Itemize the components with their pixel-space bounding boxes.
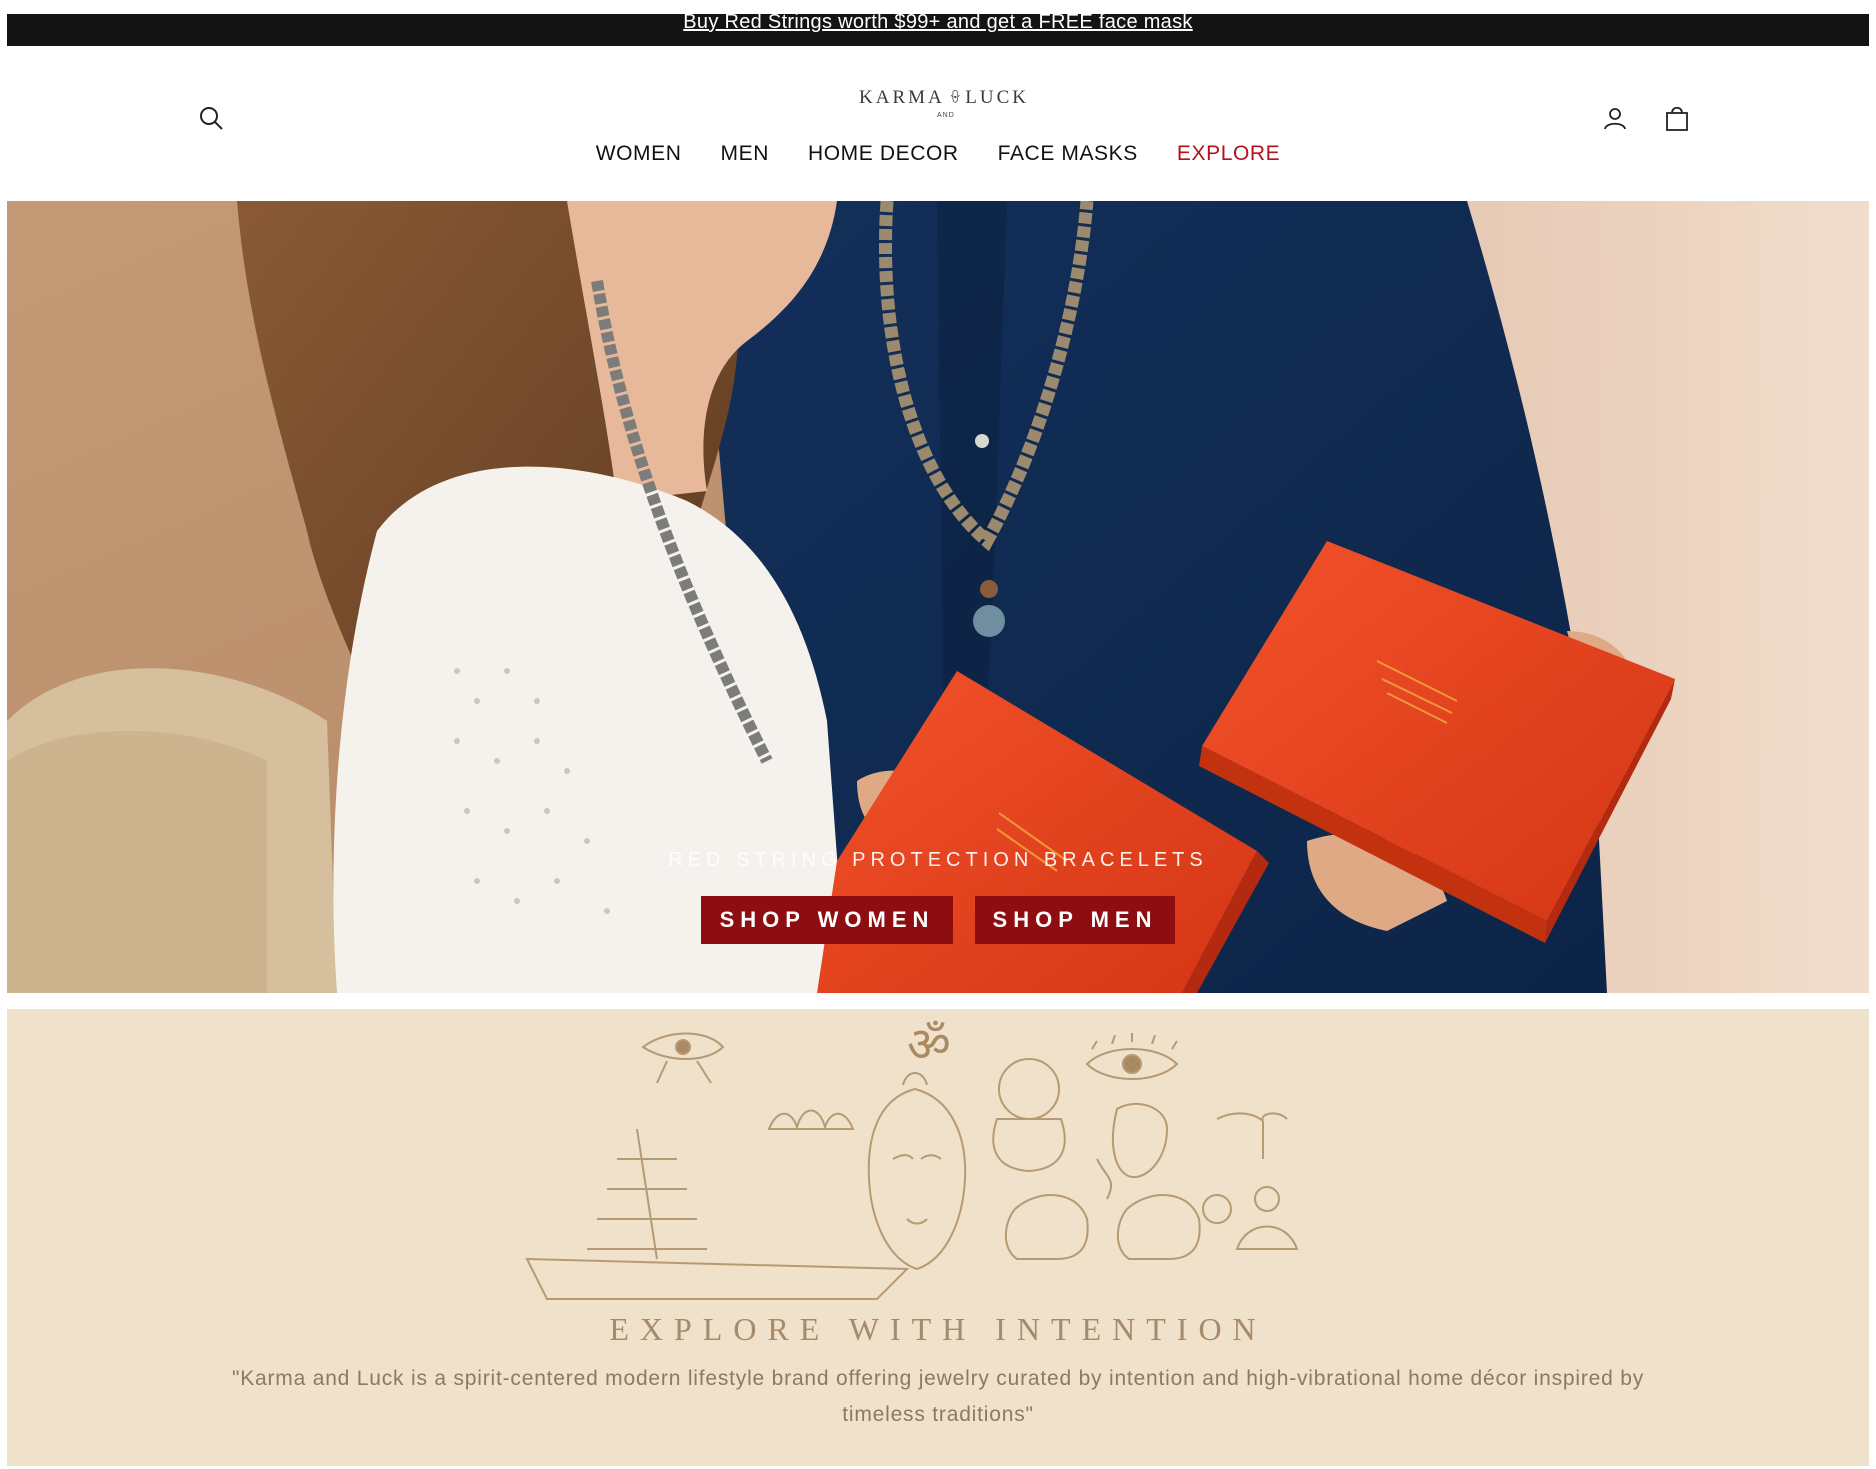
logo-word-karma: KARMA	[859, 87, 945, 108]
nav-item-women[interactable]: WOMEN	[596, 142, 682, 166]
explore-section: ॐ EXPLORE WITH INTENTION "Karma and Luck…	[7, 1009, 1869, 1466]
shop-men-button[interactable]: SHOP MEN	[975, 896, 1175, 944]
explore-quote: "Karma and Luck is a spirit-centered mod…	[231, 1367, 1645, 1426]
nav-item-explore[interactable]: EXPLORE	[1177, 142, 1280, 166]
nav-item-face-masks[interactable]: FACE MASKS	[998, 142, 1138, 166]
nav-item-home-decor[interactable]: HOME DECOR	[808, 142, 959, 166]
hero-banner: RED STRING PROTECTION BRACELETS SHOP WOM…	[7, 201, 1869, 993]
hero-subtitle: RED STRING PROTECTION BRACELETS	[668, 849, 1208, 871]
spiritual-illustration: ॐ	[525, 1017, 1299, 1300]
explore-title: EXPLORE WITH INTENTION	[609, 1311, 1267, 1347]
user-icon[interactable]	[1595, 98, 1635, 138]
logo-word-luck: LUCK	[965, 87, 1029, 108]
search-icon[interactable]	[191, 98, 231, 138]
shopping-bag-icon[interactable]	[1657, 98, 1697, 138]
hero-image	[7, 201, 1869, 993]
nav-item-men[interactable]: MEN	[721, 142, 769, 166]
svg-text:ॐ: ॐ	[907, 1017, 951, 1073]
shop-women-button[interactable]: SHOP WOMEN	[701, 896, 953, 944]
logo-word-and: AND	[937, 112, 955, 119]
site-header: KARMA LUCK AND WOMEN MEN HOME DECOR FACE…	[7, 46, 1869, 201]
announcement-bar: Buy Red Strings worth $99+ and get a FRE…	[7, 11, 1869, 46]
announcement-link[interactable]: Buy Red Strings worth $99+ and get a FRE…	[7, 11, 1869, 34]
main-nav: WOMEN MEN HOME DECOR FACE MASKS EXPLORE	[7, 142, 1869, 166]
